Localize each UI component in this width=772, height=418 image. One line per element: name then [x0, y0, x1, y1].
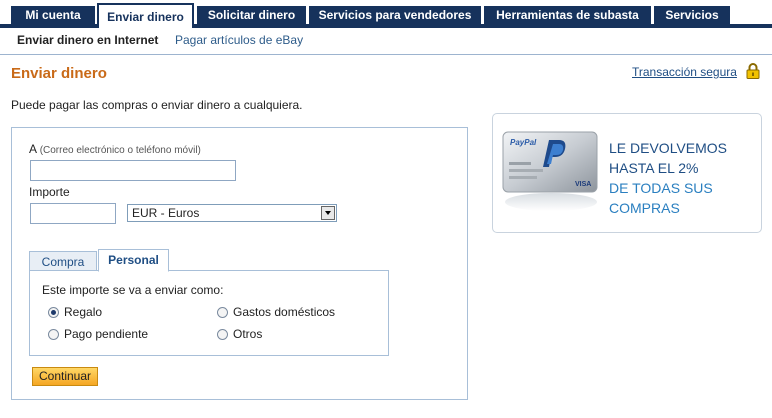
currency-value: EUR - Euros [132, 206, 200, 220]
paypal-card-image: PayPal VISA [502, 131, 598, 211]
subtab-enviar-internet[interactable]: Enviar dinero en Internet [17, 33, 158, 47]
radio-regalo-label: Regalo [64, 305, 103, 319]
promo-line-2: HASTA EL 2% [609, 160, 699, 176]
radio-gastos-domesticos[interactable] [217, 307, 228, 318]
top-navigation: Mi cuenta Enviar dinero Solicitar dinero… [0, 0, 772, 28]
currency-select[interactable]: EUR - Euros [127, 204, 337, 222]
card-network-text: VISA [575, 181, 591, 188]
tab-servicios[interactable]: Servicios [654, 6, 730, 24]
promo-line-3: DE TODAS SUS [609, 180, 713, 196]
recipient-label: A (Correo electrónico o teléfono móvil) [29, 142, 201, 156]
card-brand-text: PayPal [510, 138, 537, 147]
send-money-form: A (Correo electrónico o teléfono móvil) … [11, 127, 468, 400]
recipient-input[interactable] [30, 160, 236, 181]
intro-text: Puede pagar las compras o enviar dinero … [11, 98, 303, 112]
promo-text: LE DEVOLVEMOS HASTA EL 2% DE TODAS SUS C… [609, 138, 727, 218]
chevron-down-icon [321, 206, 335, 220]
tab-herramientas-subasta[interactable]: Herramientas de subasta [484, 6, 651, 24]
amount-input[interactable] [30, 203, 116, 224]
secure-transaction-link[interactable]: Transacción segura [632, 65, 737, 79]
radio-gastos-domesticos-label: Gastos domésticos [233, 305, 336, 319]
tab-compra[interactable]: Compra [29, 251, 97, 272]
tab-mi-cuenta[interactable]: Mi cuenta [11, 6, 95, 24]
lock-icon [746, 63, 760, 79]
tab-personal[interactable]: Personal [98, 249, 169, 272]
recipient-hint: (Correo electrónico o teléfono móvil) [39, 145, 201, 156]
tab-enviar-dinero[interactable]: Enviar dinero [97, 3, 194, 28]
tab-solicitar-dinero[interactable]: Solicitar dinero [197, 6, 306, 24]
promo-line-1: LE DEVOLVEMOS [609, 140, 728, 156]
continue-button[interactable]: Continuar [32, 367, 98, 386]
page-title: Enviar dinero [11, 65, 107, 82]
recipient-label-text: A [29, 142, 37, 156]
radio-otros-label: Otros [233, 327, 263, 341]
purpose-panel: Este importe se va a enviar como: Regalo… [29, 270, 389, 356]
amount-label: Importe [29, 185, 70, 199]
purpose-prompt: Este importe se va a enviar como: [42, 283, 224, 297]
radio-pago-pendiente[interactable] [48, 329, 59, 340]
radio-regalo[interactable] [48, 307, 59, 318]
sub-navigation: Enviar dinero en Internet Pagar artículo… [0, 28, 772, 55]
promo-line-4: COMPRAS [609, 200, 680, 216]
subtab-pagar-ebay[interactable]: Pagar artículos de eBay [175, 33, 303, 47]
radio-pago-pendiente-label: Pago pendiente [64, 327, 149, 341]
radio-otros[interactable] [217, 329, 228, 340]
cashback-promo[interactable]: PayPal VISA LE DEVOLVEMOS HASTA EL 2% DE… [492, 113, 762, 233]
tab-servicios-vendedores[interactable]: Servicios para vendedores [309, 6, 481, 24]
